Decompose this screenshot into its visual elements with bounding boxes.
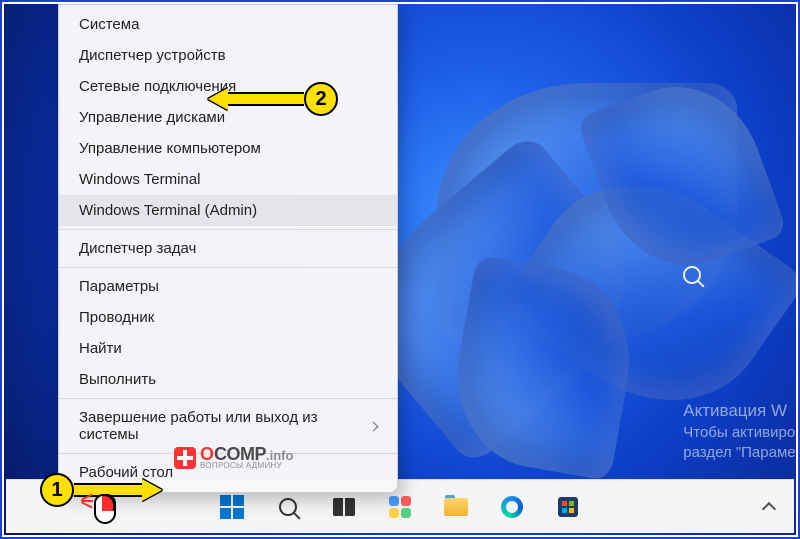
- callout-1-bubble: 1: [40, 473, 74, 507]
- ctx-item-label: Windows Terminal (Admin): [79, 202, 257, 219]
- ctx-item-11[interactable]: Проводник: [59, 302, 397, 333]
- ctx-item-15[interactable]: Завершение работы или выход из системы: [59, 402, 397, 450]
- ctx-item-label: Диспетчер устройств: [79, 47, 226, 64]
- ctx-item-5[interactable]: Windows Terminal: [59, 164, 397, 195]
- activation-watermark: Активация W Чтобы активиро раздел "Парам…: [683, 400, 796, 463]
- file-explorer-button[interactable]: [436, 487, 476, 527]
- chevron-up-icon: [762, 504, 776, 518]
- windows-logo-icon: [220, 495, 244, 519]
- ctx-separator: [59, 398, 397, 399]
- ms-store-button[interactable]: [548, 487, 588, 527]
- ctx-item-13[interactable]: Выполнить: [59, 364, 397, 395]
- ctx-item-8[interactable]: Диспетчер задач: [59, 233, 397, 264]
- edge-button[interactable]: [492, 487, 532, 527]
- ctx-item-label: Управление компьютером: [79, 140, 261, 157]
- edge-icon: [501, 496, 523, 518]
- ctx-item-label: Проводник: [79, 309, 154, 326]
- task-view-icon: [333, 498, 355, 516]
- ctx-item-12[interactable]: Найти: [59, 333, 397, 364]
- ctx-item-label: Выполнить: [79, 371, 156, 388]
- tray-chevron-button[interactable]: [762, 500, 776, 518]
- ctx-separator: [59, 267, 397, 268]
- ctx-separator: [59, 229, 397, 230]
- ctx-item-label: Найти: [79, 340, 122, 357]
- desktop-wallpaper: Активация W Чтобы активиро раздел "Парам…: [4, 4, 796, 535]
- activation-line1: Активация W: [683, 400, 796, 423]
- ctx-item-label: Диспетчер задач: [79, 240, 196, 257]
- ctx-item-6[interactable]: Windows Terminal (Admin): [59, 195, 397, 226]
- ctx-item-10[interactable]: Параметры: [59, 271, 397, 302]
- ctx-item-0[interactable]: Система: [59, 9, 397, 40]
- ctx-item-label: Параметры: [79, 278, 159, 295]
- activation-line2: Чтобы активиро: [683, 423, 796, 443]
- activation-line3: раздел "Парамет: [683, 443, 796, 463]
- store-icon: [558, 497, 578, 517]
- magnifier-icon: [683, 266, 701, 284]
- callout-2-bubble: 2: [304, 82, 338, 116]
- ctx-item-label: Windows Terminal: [79, 171, 200, 188]
- winx-context-menu[interactable]: СистемаДиспетчер устройствСетевые подклю…: [58, 4, 398, 493]
- ctx-item-1[interactable]: Диспетчер устройств: [59, 40, 397, 71]
- ctx-item-label: Система: [79, 16, 139, 33]
- callout-2: 2: [208, 82, 338, 116]
- ctx-item-label: Управление дисками: [79, 109, 225, 126]
- widgets-icon: [389, 496, 411, 518]
- search-icon: [279, 498, 297, 516]
- ocomp-watermark: O COMP .info ВОПРОСЫ АДМИНУ: [174, 446, 293, 469]
- ctx-item-label: Завершение работы или выход из системы: [79, 409, 370, 443]
- folder-icon: [444, 498, 468, 516]
- right-click-mouse-icon: [94, 494, 118, 528]
- ctx-item-4[interactable]: Управление компьютером: [59, 133, 397, 164]
- ocomp-cross-icon: [174, 447, 196, 469]
